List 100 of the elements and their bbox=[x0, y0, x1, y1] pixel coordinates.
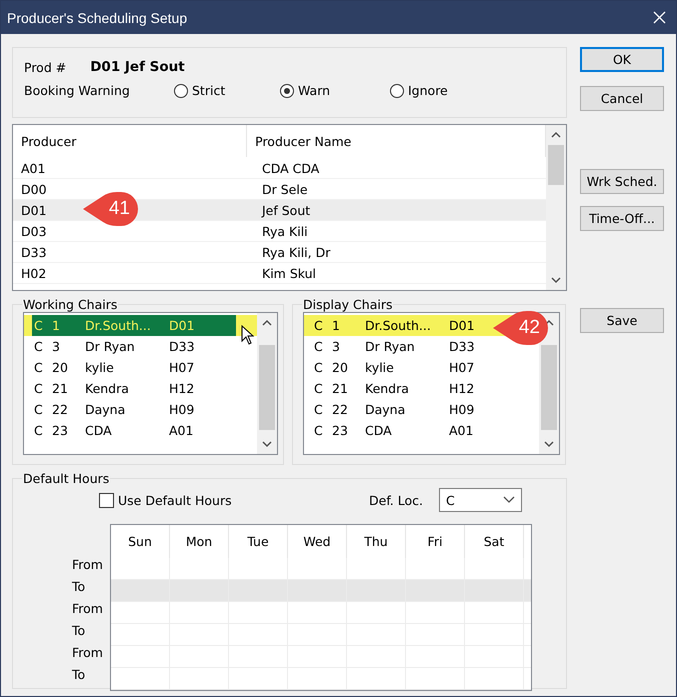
chair-location: C bbox=[314, 360, 324, 375]
def-loc-dropdown[interactable]: C bbox=[439, 488, 522, 512]
chair-location: C bbox=[314, 339, 324, 354]
chair-name: Dr.South... bbox=[365, 318, 432, 333]
chair-name: Dr Ryan bbox=[85, 339, 136, 354]
close-icon[interactable] bbox=[653, 11, 666, 24]
chair-code: H12 bbox=[449, 381, 476, 396]
chair-name: CDA bbox=[85, 423, 113, 438]
chair-code: D01 bbox=[169, 318, 196, 333]
scrollbar[interactable] bbox=[546, 125, 566, 290]
row-label: To bbox=[72, 622, 86, 640]
chair-number: 21 bbox=[332, 381, 349, 396]
row-label: From bbox=[72, 644, 102, 662]
chair-location: C bbox=[314, 423, 324, 438]
chair-code: D33 bbox=[169, 339, 196, 354]
producer-name: Rya Kili, Dr bbox=[262, 244, 330, 260]
dialog-button[interactable]: Cancel bbox=[580, 86, 664, 111]
producer-code: D33 bbox=[21, 244, 47, 260]
chevron-down-icon bbox=[503, 496, 515, 504]
chair-name: Kendra bbox=[85, 381, 130, 396]
scrollbar-thumb[interactable] bbox=[259, 345, 275, 430]
dialog-button[interactable]: OK bbox=[580, 47, 664, 72]
checkbox[interactable] bbox=[99, 492, 114, 508]
chair-number: 21 bbox=[52, 381, 69, 396]
chair-number: 22 bbox=[332, 402, 349, 417]
producer-name: Kim Skul bbox=[262, 266, 316, 280]
chair-number: 1 bbox=[52, 318, 61, 333]
chair-code: H07 bbox=[169, 360, 196, 375]
chair-number: 23 bbox=[332, 423, 349, 438]
chair-row[interactable]: C 1 Dr.South... D01 bbox=[24, 315, 257, 336]
def-loc-label: Def. Loc. bbox=[369, 492, 423, 508]
chair-location: C bbox=[34, 402, 44, 417]
chair-number: 22 bbox=[52, 402, 69, 417]
chair-location: C bbox=[314, 402, 324, 417]
booking-warning-label: Booking Warning bbox=[24, 83, 131, 98]
chair-location: C bbox=[34, 339, 44, 354]
chair-code: H09 bbox=[449, 402, 476, 417]
dialog-button[interactable]: Wrk Sched. bbox=[580, 169, 664, 194]
chair-location: C bbox=[34, 381, 44, 396]
prod-value: D01 Jef Sout bbox=[90, 59, 185, 75]
prod-label: Prod # bbox=[24, 60, 66, 74]
chair-number: 20 bbox=[52, 360, 69, 375]
producer-code: D01 bbox=[21, 202, 47, 218]
chair-name: Dr.South... bbox=[85, 318, 152, 333]
producer-code: H02 bbox=[21, 266, 46, 280]
chair-location: C bbox=[34, 423, 44, 438]
chair-location: C bbox=[34, 318, 44, 333]
chair-number: 23 bbox=[52, 423, 69, 438]
group-title: Default Hours bbox=[22, 471, 110, 486]
chair-number: 3 bbox=[52, 339, 61, 354]
radio-circle[interactable] bbox=[280, 84, 294, 98]
chair-name: Dr Ryan bbox=[365, 339, 416, 354]
radio-option[interactable]: Warn bbox=[280, 83, 390, 98]
producer-name: Rya Kili bbox=[262, 224, 308, 238]
chair-code: A01 bbox=[169, 423, 194, 438]
chair-number: 3 bbox=[332, 339, 341, 354]
chair-location: C bbox=[314, 381, 324, 396]
chair-name: Kendra bbox=[365, 381, 410, 396]
chair-name: CDA bbox=[365, 423, 393, 438]
chair-location: C bbox=[34, 360, 44, 375]
scrollbar-thumb[interactable] bbox=[541, 345, 557, 430]
group-title: Working Chairs bbox=[22, 297, 118, 312]
scrollbar[interactable] bbox=[539, 313, 559, 454]
checkbox-label: Use Default Hours bbox=[118, 492, 232, 508]
row-label: To bbox=[72, 666, 86, 684]
dialog-button[interactable]: Save bbox=[580, 308, 664, 333]
column-header[interactable]: Producer bbox=[13, 125, 248, 157]
scrollbar-thumb[interactable] bbox=[548, 145, 564, 185]
chair-code: H12 bbox=[169, 381, 196, 396]
group-title: Display Chairs bbox=[302, 297, 394, 312]
window-title: Producer's Scheduling Setup bbox=[7, 10, 188, 26]
use-default-hours-checkbox[interactable]: Use Default Hours bbox=[99, 492, 369, 508]
row-label: From bbox=[72, 556, 102, 574]
chair-location: C bbox=[314, 318, 324, 333]
producer-code: A01 bbox=[21, 160, 46, 176]
chair-code: H09 bbox=[169, 402, 196, 417]
chair-number: 20 bbox=[332, 360, 349, 375]
chair-code: D33 bbox=[449, 339, 476, 354]
producer-name: Dr Sele bbox=[262, 182, 308, 196]
row-label: To bbox=[72, 578, 86, 596]
chair-name: Dayna bbox=[365, 402, 406, 417]
chair-number: 1 bbox=[332, 318, 341, 333]
mouse-pointer-icon bbox=[241, 325, 255, 345]
radio-circle[interactable] bbox=[390, 84, 404, 98]
producer-name: CDA CDA bbox=[262, 160, 320, 176]
radio-circle[interactable] bbox=[174, 84, 188, 98]
chair-code: A01 bbox=[449, 423, 474, 438]
producer-name: Jef Sout bbox=[262, 202, 310, 218]
producer-code: D03 bbox=[21, 224, 47, 238]
radio-option[interactable]: Strict bbox=[174, 83, 280, 98]
chair-name: Dayna bbox=[85, 402, 126, 417]
radio-option[interactable]: Ignore bbox=[390, 83, 500, 98]
chair-code: D01 bbox=[449, 318, 476, 333]
scrollbar[interactable] bbox=[257, 313, 277, 454]
producer-code: D00 bbox=[21, 182, 47, 196]
dialog-button[interactable]: Time-Off... bbox=[580, 206, 664, 231]
row-label: From bbox=[72, 600, 102, 618]
chair-name: kylie bbox=[365, 360, 395, 375]
chair-code: H07 bbox=[449, 360, 476, 375]
chair-name: kylie bbox=[85, 360, 115, 375]
